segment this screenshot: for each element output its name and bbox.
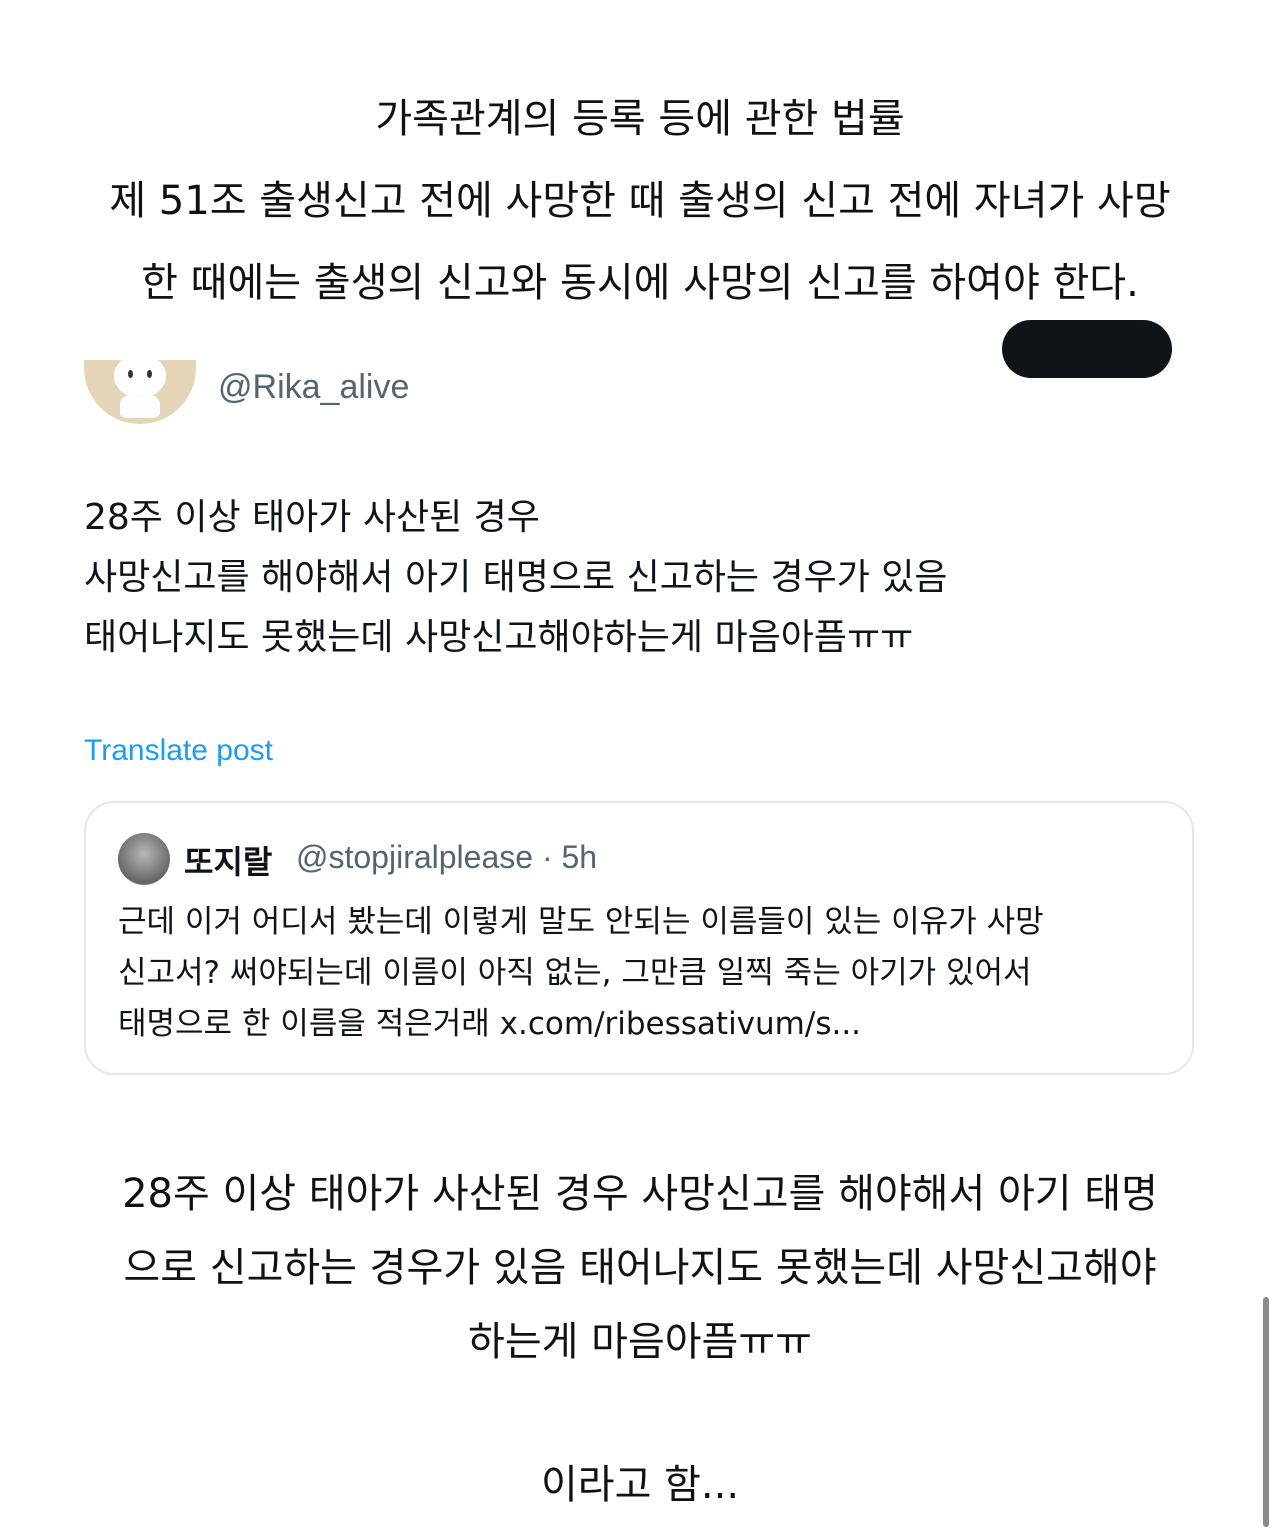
quote-line: 신고서? 써야되는데 이름이 아직 없는, 그만큼 일찍 죽는 아기가 있어서 — [118, 955, 1032, 991]
summary-line: 으로 신고하는 경우가 있음 태어나지도 못했는데 사망신고해야 — [123, 1245, 1157, 1291]
tweet-header: @Rika_alive — [84, 320, 1184, 430]
summary-text: 28주 이상 태아가 사산된 경우 사망신고를 해야해서 아기 태명 으로 신고… — [0, 1157, 1280, 1379]
law-line: 제 51조 출생신고 전에 사망한 때 출생의 신고 전에 자녀가 사망 — [109, 178, 1171, 224]
translate-post-link[interactable]: Translate post — [84, 734, 273, 768]
quote-text: 근데 이거 어디서 봤는데 이렇게 말도 안되는 이름들이 있는 이유가 사망 … — [118, 897, 1044, 1050]
cat-avatar-icon[interactable] — [84, 360, 196, 424]
quote-line: 근데 이거 어디서 봤는데 이렇게 말도 안되는 이름들이 있는 이유가 사망 — [118, 904, 1044, 940]
avatar-body — [120, 394, 160, 418]
tweet-body: 28주 이상 태아가 사산된 경우 사망신고를 해야해서 아기 태명으로 신고하… — [84, 488, 948, 668]
law-line: 한 때에는 출생의 신고와 동시에 사망의 신고를 하여야 한다. — [141, 260, 1139, 306]
quote-author-handle[interactable]: @stopjiralplease · 5h — [296, 839, 597, 876]
tweet-line: 28주 이상 태아가 사산된 경우 — [84, 497, 540, 538]
follow-button[interactable] — [1002, 320, 1172, 378]
law-title: 가족관계의 등록 등에 관한 법률 — [375, 96, 905, 142]
avatar-eye — [147, 370, 152, 378]
scrollbar[interactable] — [1263, 1297, 1269, 1527]
avatar-eye — [128, 370, 133, 378]
tweet-line: 태어나지도 못했는데 사망신고해야하는게 마음아픔ㅠㅠ — [84, 617, 914, 658]
quoted-tweet-card[interactable]: 또지랄 @stopjiralplease · 5h 근데 이거 어디서 봤는데 … — [84, 801, 1194, 1075]
quote-author-name[interactable]: 또지랄 — [184, 837, 272, 883]
quote-line: 태명으로 한 이름을 적은거래 x.com/ribessativum/s... — [118, 1006, 862, 1042]
quote-avatar[interactable] — [118, 833, 170, 885]
law-text-block: 가족관계의 등록 등에 관한 법률 제 51조 출생신고 전에 사망한 때 출생… — [0, 78, 1280, 324]
avatar-face — [114, 360, 166, 398]
summary-line: 28주 이상 태아가 사산된 경우 사망신고를 해야해서 아기 태명 — [122, 1171, 1158, 1217]
summary-line: 하는게 마음아픔ㅠㅠ — [468, 1319, 812, 1365]
closing-text: 이라고 함... — [540, 1462, 740, 1508]
tweet-author-handle[interactable]: @Rika_alive — [218, 368, 409, 407]
tweet-line: 사망신고를 해야해서 아기 태명으로 신고하는 경우가 있음 — [84, 557, 948, 598]
